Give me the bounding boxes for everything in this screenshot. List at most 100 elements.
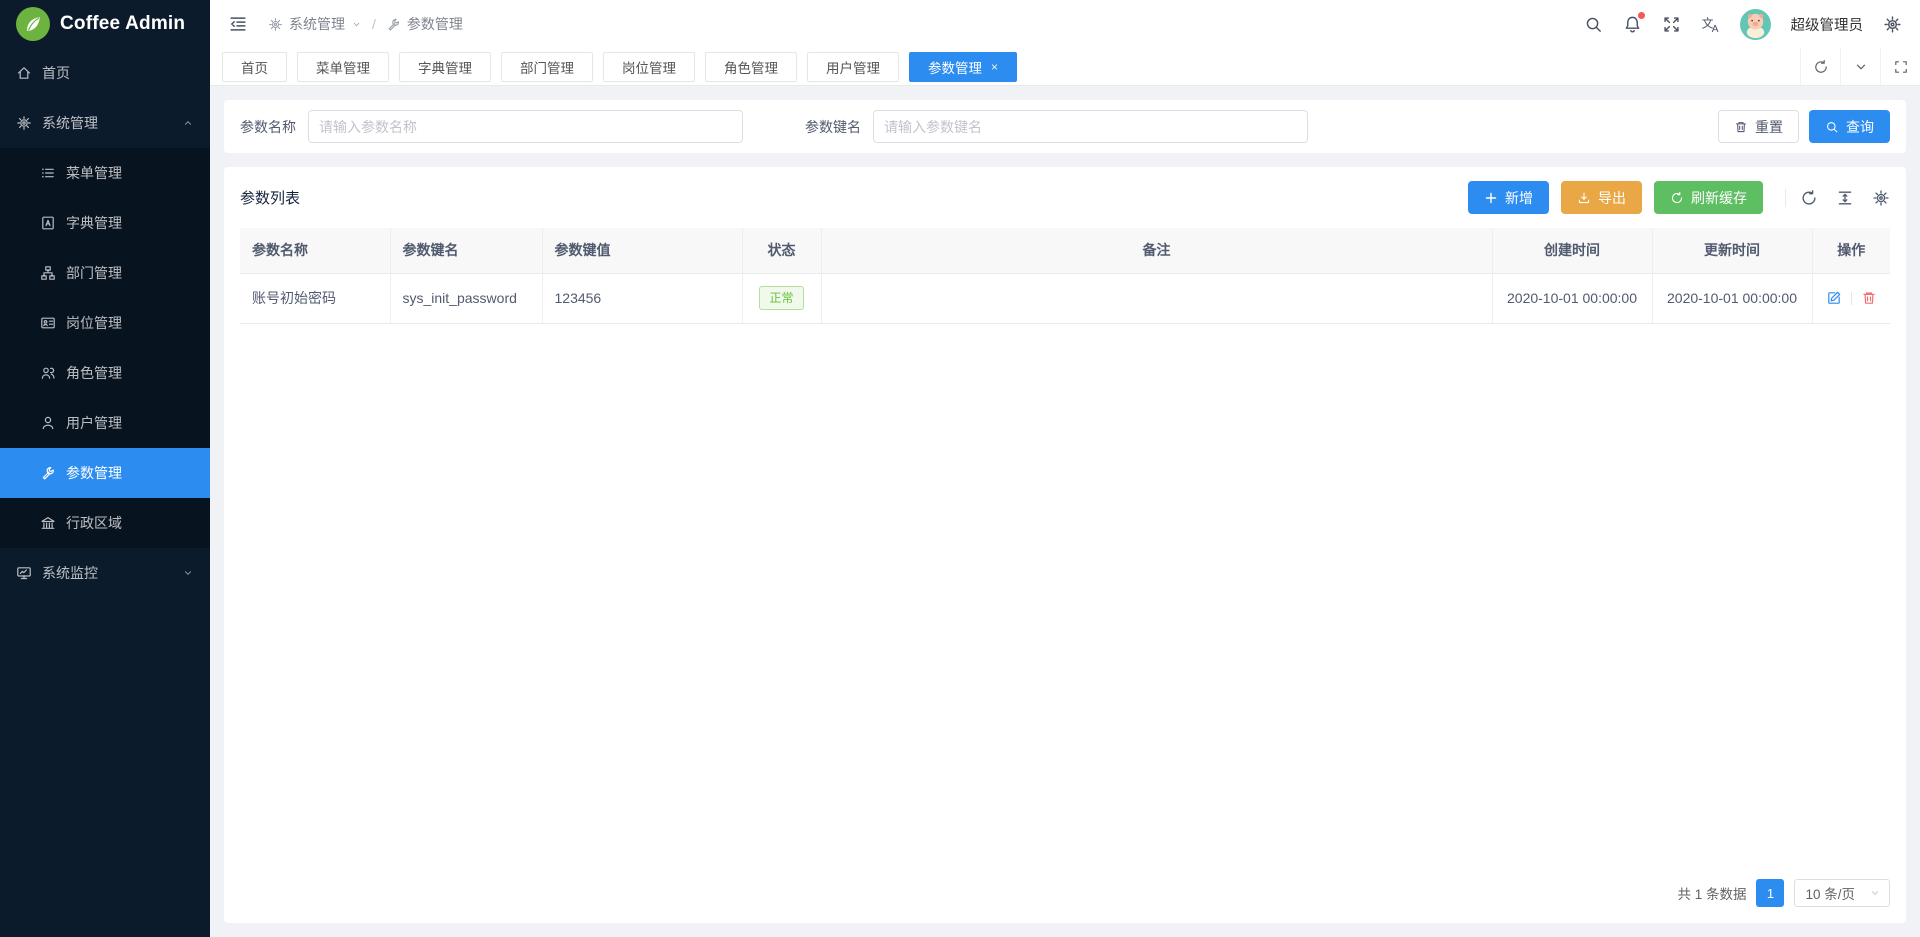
home-icon <box>16 65 32 81</box>
sidebar-item-post-mgmt[interactable]: 岗位管理 <box>0 298 210 348</box>
notifications-button[interactable] <box>1623 15 1642 34</box>
tab-param-mgmt[interactable]: 参数管理 × <box>909 52 1017 82</box>
col-actions: 操作 <box>1812 228 1890 273</box>
sidebar-item-user-mgmt[interactable]: 用户管理 <box>0 398 210 448</box>
avatar[interactable] <box>1740 9 1771 40</box>
tab-label: 用户管理 <box>826 57 880 77</box>
chevron-down-icon[interactable] <box>351 19 362 30</box>
tab-label: 角色管理 <box>724 57 778 77</box>
table-toolbar: 新增 导出 刷新缓存 <box>1468 181 1890 214</box>
tab-label: 岗位管理 <box>622 57 676 77</box>
page-content: 参数名称 参数键名 重置 查询 参数列表 <box>210 86 1920 937</box>
sidebar-item-region[interactable]: 行政区域 <box>0 498 210 548</box>
row-height-icon[interactable] <box>1836 189 1854 207</box>
id-card-icon <box>40 315 56 331</box>
username[interactable]: 超级管理员 <box>1791 14 1864 35</box>
sidebar-item-role-mgmt[interactable]: 角色管理 <box>0 348 210 398</box>
sidebar-item-system[interactable]: 系统管理 <box>0 98 210 148</box>
cell-param-value: 123456 <box>542 273 742 323</box>
tab-menu-mgmt[interactable]: 菜单管理 <box>297 52 389 82</box>
export-button[interactable]: 导出 <box>1561 181 1642 214</box>
app-title: Coffee Admin <box>60 13 185 35</box>
col-param-value: 参数键值 <box>542 228 742 273</box>
sidebar-item-monitor[interactable]: 系统监控 <box>0 548 210 598</box>
translate-icon[interactable] <box>1701 15 1720 34</box>
tab-post-mgmt[interactable]: 岗位管理 <box>603 52 695 82</box>
sidebar-item-home[interactable]: 首页 <box>0 48 210 98</box>
settings-gear-icon[interactable] <box>1883 15 1902 34</box>
refresh-cache-button[interactable]: 刷新缓存 <box>1654 181 1763 214</box>
sidebar-item-label: 系统监控 <box>42 563 98 583</box>
search-icon[interactable] <box>1584 15 1603 34</box>
page-number-button[interactable]: 1 <box>1756 879 1784 907</box>
sidebar-item-label: 用户管理 <box>66 413 122 433</box>
tab-home[interactable]: 首页 <box>222 52 287 82</box>
sidebar-item-menu-mgmt[interactable]: 菜单管理 <box>0 148 210 198</box>
breadcrumb: 系统管理 / 参数管理 <box>268 14 463 34</box>
sidebar-item-label: 字典管理 <box>66 213 122 233</box>
tab-dept-mgmt[interactable]: 部门管理 <box>501 52 593 82</box>
param-name-input[interactable] <box>308 110 743 143</box>
tab-dict-mgmt[interactable]: 字典管理 <box>399 52 491 82</box>
page-size-value: 10 条/页 <box>1805 883 1855 903</box>
query-button[interactable]: 查询 <box>1809 110 1890 143</box>
cell-updated-at: 2020-10-01 00:00:00 <box>1652 273 1812 323</box>
cell-created-at: 2020-10-01 00:00:00 <box>1492 273 1652 323</box>
tab-options-button[interactable] <box>1840 48 1880 85</box>
refresh-icon <box>1813 59 1829 75</box>
tab-label: 菜单管理 <box>316 57 370 77</box>
delete-trash-icon[interactable] <box>1861 290 1877 306</box>
list-icon <box>40 165 56 181</box>
pagination-total: 共 1 条数据 <box>1677 883 1746 903</box>
col-updated-at: 更新时间 <box>1652 228 1812 273</box>
add-button[interactable]: 新增 <box>1468 181 1549 214</box>
search-form-card: 参数名称 参数键名 重置 查询 <box>224 100 1906 153</box>
tabs: 首页 菜单管理 字典管理 部门管理 岗位管理 角色管理 用户管理 参数管理 × <box>222 48 1017 85</box>
cell-actions <box>1812 273 1890 323</box>
search-icon <box>1825 120 1839 134</box>
cell-status: 正常 <box>742 273 821 323</box>
sidebar-item-label: 岗位管理 <box>66 313 122 333</box>
plus-icon <box>1484 191 1498 205</box>
tab-close-icon[interactable]: × <box>991 61 998 73</box>
param-list-card: 参数列表 新增 导出 刷新缓存 <box>224 167 1906 923</box>
sidebar-item-label: 部门管理 <box>66 263 122 283</box>
tab-label: 参数管理 <box>928 57 982 77</box>
tab-role-mgmt[interactable]: 角色管理 <box>705 52 797 82</box>
tab-label: 部门管理 <box>520 57 574 77</box>
breadcrumb-section[interactable]: 系统管理 <box>289 14 345 34</box>
tab-label: 字典管理 <box>418 57 472 77</box>
col-status: 状态 <box>742 228 821 273</box>
refresh-table-icon[interactable] <box>1800 189 1818 207</box>
trash-icon <box>1734 120 1748 134</box>
reset-button[interactable]: 重置 <box>1718 110 1799 143</box>
app-logo[interactable]: Coffee Admin <box>0 0 210 48</box>
cell-remark <box>821 273 1492 323</box>
card-header: 参数列表 新增 导出 刷新缓存 <box>240 181 1890 214</box>
sidebar-item-label: 角色管理 <box>66 363 122 383</box>
tab-user-mgmt[interactable]: 用户管理 <box>807 52 899 82</box>
edit-icon[interactable] <box>1826 290 1842 306</box>
roles-icon <box>40 365 56 381</box>
param-key-label: 参数键名 <box>805 117 861 137</box>
param-key-input[interactable] <box>873 110 1308 143</box>
sidebar-item-dept-mgmt[interactable]: 部门管理 <box>0 248 210 298</box>
sidebar-collapse-icon[interactable] <box>228 14 248 34</box>
chevron-up-icon <box>182 117 194 129</box>
sidebar-submenu-system: 菜单管理 字典管理 部门管理 岗位管理 角色管理 用户管理 <box>0 148 210 548</box>
monitor-icon <box>16 565 32 581</box>
refresh-page-button[interactable] <box>1800 48 1840 85</box>
query-button-label: 查询 <box>1846 117 1874 137</box>
refresh-cache-button-label: 刷新缓存 <box>1691 188 1747 208</box>
col-param-key: 参数键名 <box>390 228 542 273</box>
download-icon <box>1577 191 1591 205</box>
page-size-select[interactable]: 10 条/页 <box>1794 879 1890 907</box>
sidebar-item-param-mgmt[interactable]: 参数管理 <box>0 448 210 498</box>
sidebar-item-label: 行政区域 <box>66 513 122 533</box>
chevron-down-icon <box>1869 887 1881 899</box>
column-settings-gear-icon[interactable] <box>1872 189 1890 207</box>
fullscreen-icon[interactable] <box>1662 15 1681 34</box>
sidebar-item-dict-mgmt[interactable]: 字典管理 <box>0 198 210 248</box>
sidebar-item-label: 菜单管理 <box>66 163 122 183</box>
content-fullscreen-button[interactable] <box>1880 48 1920 85</box>
